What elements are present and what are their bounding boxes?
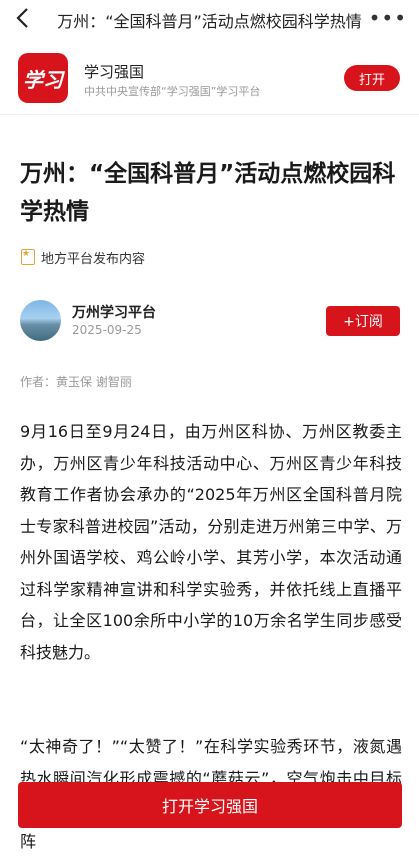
app-banner: 学习 学习强国 中共中央宣传部“学习强国”学习平台 打开: [0, 38, 419, 115]
author-name[interactable]: 万州学习平台: [72, 302, 156, 322]
source-badge: 地方平台发布内容: [21, 247, 145, 267]
article-byline: 作者：黄玉保 谢智丽: [20, 375, 132, 389]
more-options-icon[interactable]: •••: [369, 6, 407, 30]
page-title: 万州：“全国科普月”活动点燃校园科学热情: [57, 12, 362, 31]
publish-date: 2025-09-25: [72, 323, 142, 337]
open-app-bottom-button[interactable]: 打开学习强国: [18, 782, 402, 828]
app-name: 学习强国: [84, 63, 145, 81]
article-paragraph: 9月16日至9月24日，由万州区科协、万州区教委主办，万州区青少年科技活动中心、…: [20, 422, 402, 662]
article-headline: 万州：“全国科普月”活动点燃校园科学热情: [20, 161, 396, 225]
source-badge-label: 地方平台发布内容: [41, 251, 146, 267]
badge-icon: [21, 249, 35, 265]
open-app-button[interactable]: 打开: [344, 65, 400, 91]
subscribe-button[interactable]: +订阅: [326, 306, 400, 336]
back-arrow-icon[interactable]: [12, 4, 36, 32]
top-bar: 万州：“全国科普月”活动点燃校园科学热情 •••: [0, 0, 419, 38]
author-row: 万州学习平台 2025-09-25 +订阅: [20, 300, 400, 344]
app-logo: 学习: [18, 53, 68, 103]
avatar[interactable]: [20, 300, 61, 341]
app-subtitle: 中共中央宣传部“学习强国”学习平台: [84, 85, 261, 98]
